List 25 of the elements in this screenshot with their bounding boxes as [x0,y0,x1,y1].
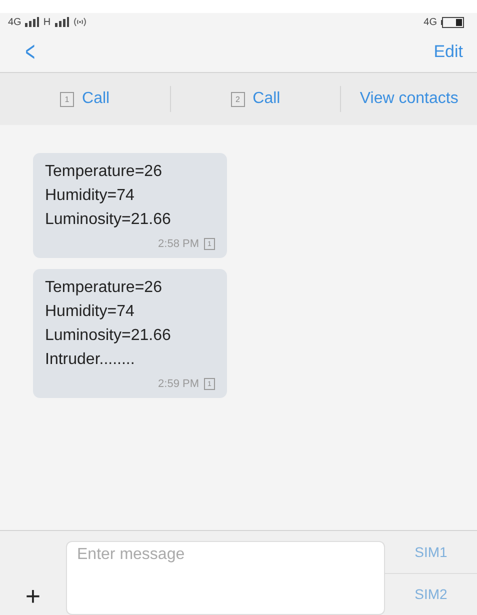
message-time: 2:58 PM [158,238,199,250]
message-field[interactable]: Enter message [66,541,385,615]
signal-icon [54,17,69,27]
sim-icon: 1 [60,92,74,106]
message-text: Humidity=74 [45,302,136,322]
network-label: 4G [8,16,22,28]
message-text: Intruder........ [45,350,136,370]
network-label: 4G [424,16,437,28]
sim-icon: 2 [230,92,245,106]
edit-button[interactable]: Edit [434,42,463,62]
message-text: Humidity=74 [45,186,136,206]
signal-icon [25,17,40,27]
battery-icon [441,16,465,28]
call-button[interactable]: Call [82,90,110,108]
call-button[interactable]: Call [252,90,280,108]
network-label: H [43,16,51,28]
message-text: Temperature=26 [45,162,163,182]
message-text: Luminosity=21.66 [45,210,172,230]
add-button[interactable]: + [0,581,66,615]
back-button[interactable]: < [25,36,36,68]
message-text: Temperature=26 [45,278,163,298]
hotspot-icon [72,17,87,27]
message-text: Luminosity=21.66 [45,326,172,346]
call-button[interactable]: View contacts [360,90,458,108]
message-time: 2:59 PM [158,378,199,390]
